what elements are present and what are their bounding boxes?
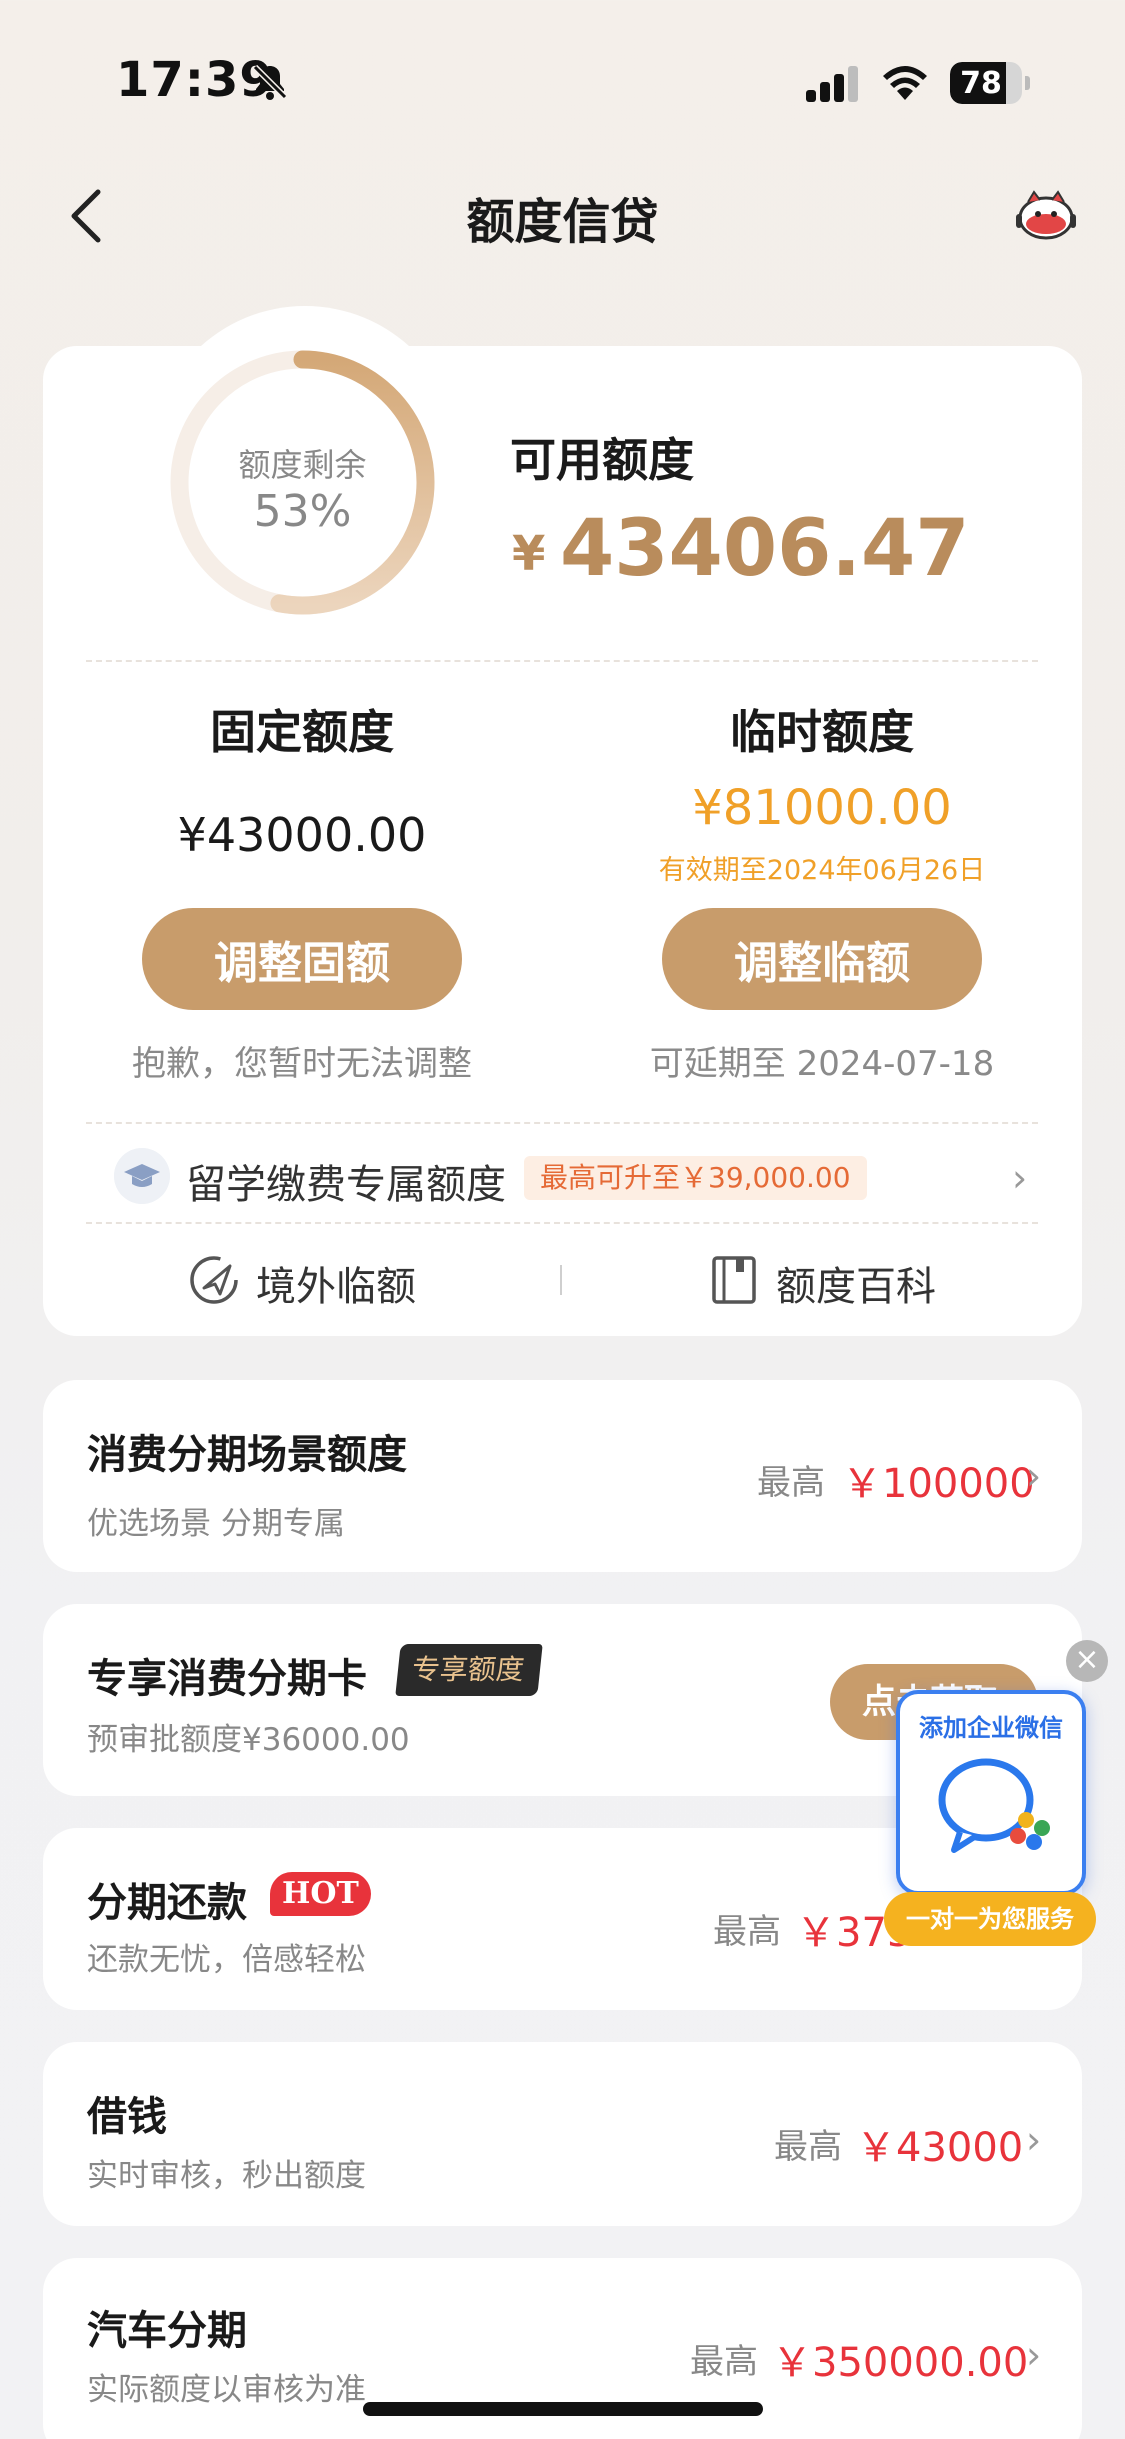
currency-symbol: ¥ (512, 526, 546, 582)
mascot-icon[interactable] (1014, 188, 1078, 244)
temp-limit-title: 临时额度 (730, 705, 914, 759)
adjust-temp-button[interactable]: 调整临额 (662, 908, 982, 1010)
wifi-icon (883, 66, 927, 100)
list-item-subtitle: 优选场景 分期专属 (87, 1506, 345, 1542)
divider (86, 660, 1038, 662)
fixed-adjust-note: 抱歉，您暂时无法调整 (132, 1044, 472, 1084)
hot-badge: HOT (270, 1872, 371, 1916)
adjust-fixed-button[interactable]: 调整固额 (142, 908, 462, 1010)
max-prefix: 最高 (757, 1463, 825, 1503)
max-amount: ￥350000.00 (772, 2340, 1029, 2386)
page-title: 额度信贷 (466, 194, 659, 250)
battery-icon: 78 (950, 62, 1030, 104)
graduation-cap-icon (114, 1148, 170, 1204)
list-item-title: 汽车分期 (87, 2308, 247, 2354)
limit-wiki-link[interactable]: 额度百科 (776, 1254, 936, 1312)
max-amount: ￥43000 (856, 2125, 1024, 2171)
chevron-right-icon: › (1012, 1156, 1028, 1200)
divider (86, 1222, 1038, 1224)
wechat-widget-title: 添加企业微信 (919, 1714, 1063, 1742)
available-amount: 43406.47 (560, 504, 970, 594)
wechat-widget-subtitle: 一对一为您服务 (884, 1892, 1096, 1946)
study-abroad-label: 留学缴费专属额度 (186, 1162, 506, 1208)
list-item-title: 专享消费分期卡 (87, 1656, 367, 1702)
list-item-subtitle: 实时审核，秒出额度 (87, 2158, 366, 2194)
list-item-title: 分期还款 (87, 1880, 247, 1926)
ring-percent: 53% (253, 486, 352, 537)
chevron-right-icon: › (1026, 2118, 1042, 2162)
temp-extend-note: 可延期至 2024-07-18 (649, 1044, 995, 1084)
list-item-title: 借钱 (87, 2094, 167, 2140)
divider (86, 1122, 1038, 1124)
close-icon[interactable]: × (1066, 1640, 1108, 1682)
signal-icon (806, 66, 858, 102)
temp-limit-validity: 有效期至2024年06月26日 (658, 855, 986, 886)
available-label: 可用额度 (510, 433, 694, 487)
ring-label: 额度剩余 (238, 446, 367, 484)
list-item-title: 消费分期场景额度 (87, 1432, 407, 1478)
chevron-right-icon: › (1026, 2333, 1042, 2377)
fixed-limit-title: 固定额度 (210, 705, 394, 759)
fixed-limit-amount: ¥43000.00 (177, 808, 427, 862)
plane-icon (190, 1256, 238, 1304)
study-abroad-badge: 最高可升至￥39,000.00 (524, 1156, 867, 1200)
chevron-right-icon: › (1026, 1454, 1042, 1498)
list-item-subtitle: 还款无忧，倍感轻松 (87, 1942, 366, 1978)
max-prefix: 最高 (774, 2127, 842, 2167)
home-indicator (363, 2402, 763, 2416)
max-prefix: 最高 (713, 1912, 781, 1952)
wechat-work-icon (938, 1758, 1050, 1853)
temp-limit-amount: ¥81000.00 (692, 780, 952, 836)
max-amount: ￥100000 (842, 1461, 1035, 1507)
tool-separator (560, 1265, 562, 1295)
bell-slash-icon (252, 64, 288, 100)
list-item-subtitle: 预审批额度¥36000.00 (87, 1722, 410, 1758)
max-prefix: 最高 (690, 2342, 758, 2382)
list-item-subtitle: 实际额度以审核为准 (87, 2372, 366, 2408)
book-icon (712, 1256, 756, 1304)
exclusive-limit-tag: 专享额度 (395, 1644, 543, 1696)
battery-level: 78 (960, 66, 1002, 101)
overseas-temp-limit-link[interactable]: 境外临额 (256, 1254, 416, 1312)
